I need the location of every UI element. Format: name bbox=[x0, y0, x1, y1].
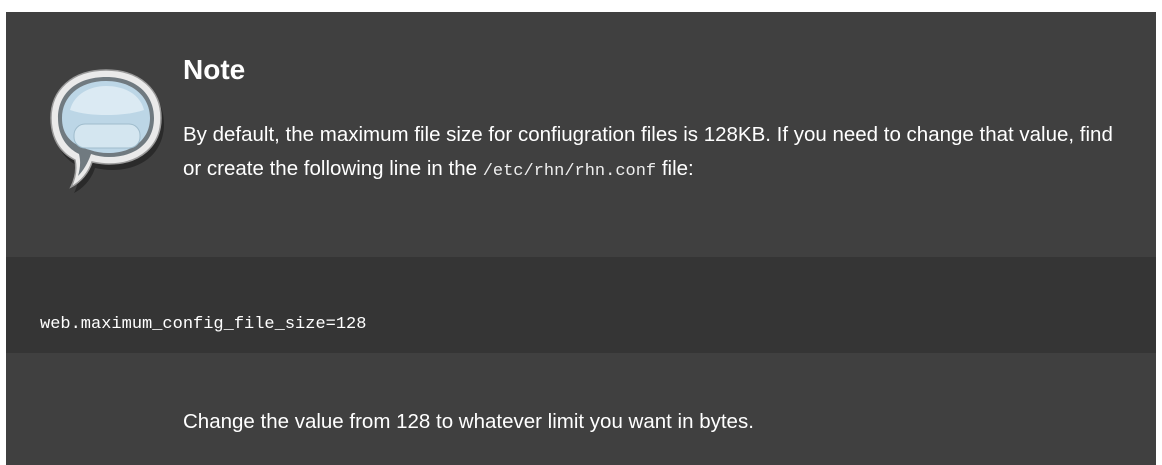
config-filename: /etc/rhn/rhn.conf bbox=[482, 162, 657, 181]
code-line: web.maximum_config_file_size=128 bbox=[40, 315, 367, 334]
admonition-note: Note By default, the maximum file size f… bbox=[6, 12, 1156, 465]
note-title: Note bbox=[183, 54, 246, 85]
note-paragraph: By default, the maximum file size for co… bbox=[183, 118, 1133, 189]
speech-bubble-icon bbox=[50, 69, 164, 193]
code-block: web.maximum_config_file_size=128 bbox=[6, 257, 1156, 353]
note-followup-paragraph: Change the value from 128 to whatever li… bbox=[183, 410, 754, 433]
note-text-after: file: bbox=[656, 157, 694, 180]
